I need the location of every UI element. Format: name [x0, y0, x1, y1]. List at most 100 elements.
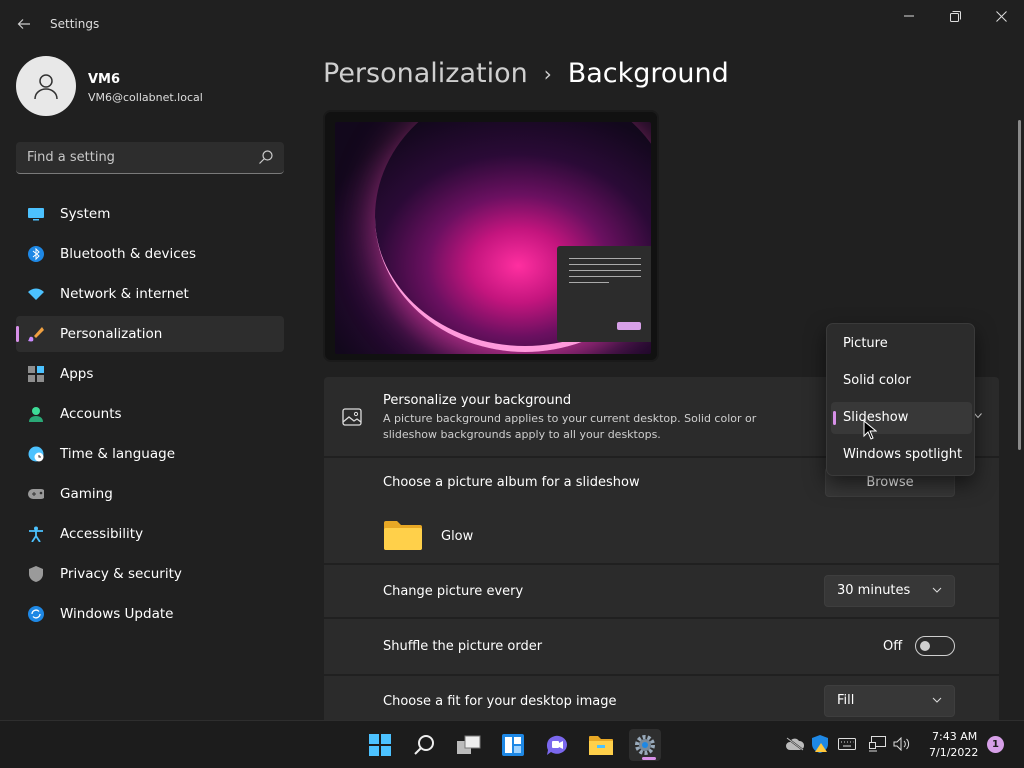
taskbar: 7:43 AM 7/1/2022: [0, 720, 1024, 768]
monitor-icon: [28, 206, 44, 222]
breadcrumb-parent[interactable]: Personalization: [323, 58, 528, 89]
wifi-icon: [28, 286, 44, 302]
sidebar-item-label: Accessibility: [60, 526, 144, 542]
back-button[interactable]: [12, 12, 36, 36]
flyout-option-label: Picture: [843, 336, 888, 351]
minimize-icon: [904, 15, 914, 17]
scrollbar[interactable]: [1018, 120, 1021, 450]
volume-icon[interactable]: [893, 735, 911, 753]
sidebar-item-label: Bluetooth & devices: [60, 246, 197, 262]
sidebar-item-bluetooth[interactable]: Bluetooth & devices: [16, 236, 284, 272]
sidebar-item-gaming[interactable]: Gaming: [16, 476, 284, 512]
image-icon: [342, 408, 362, 426]
flyout-option-solid-color[interactable]: Solid color: [831, 365, 972, 397]
sidebar-item-privacy[interactable]: Privacy & security: [16, 556, 284, 592]
flyout-option-slideshow[interactable]: Slideshow: [831, 402, 972, 434]
sidebar-item-label: Windows Update: [60, 606, 174, 622]
search-box: [16, 142, 284, 174]
shuffle-toggle[interactable]: [915, 636, 955, 656]
search-icon: [414, 735, 434, 755]
chevron-down-icon: [932, 587, 942, 593]
flyout-option-picture[interactable]: Picture: [831, 328, 972, 360]
page-title: Background: [567, 58, 729, 89]
start-button[interactable]: [364, 729, 396, 761]
sidebar-item-time-language[interactable]: Time & language: [16, 436, 284, 472]
chat-button[interactable]: [541, 729, 573, 761]
search-input[interactable]: [16, 142, 256, 173]
fit-title: Choose a fit for your desktop image: [383, 694, 617, 709]
settings-icon: [635, 735, 655, 755]
sidebar-item-label: Apps: [60, 366, 94, 382]
shuffle-title: Shuffle the picture order: [383, 639, 543, 654]
sidebar-item-apps[interactable]: Apps: [16, 356, 284, 392]
chevron-down-icon[interactable]: [974, 413, 982, 419]
album-folder-name[interactable]: Glow: [441, 529, 473, 544]
chat-icon: [546, 735, 567, 755]
breadcrumb: Personalization › Background: [323, 58, 729, 89]
desktop-preview: [323, 110, 659, 362]
wallpaper-preview-image: [335, 122, 651, 354]
sidebar-item-label: System: [60, 206, 111, 222]
widgets-button[interactable]: [497, 729, 529, 761]
security-warning-icon[interactable]: [811, 735, 829, 753]
settings-taskbar-button[interactable]: [629, 729, 661, 761]
toggle-knob: [920, 641, 930, 651]
user-name: VM6: [88, 72, 121, 87]
restore-button[interactable]: [932, 6, 978, 26]
preview-window-mockup: [557, 246, 651, 342]
app-title: Settings: [50, 17, 100, 31]
keyboard-icon[interactable]: [838, 735, 856, 753]
network-icon[interactable]: [869, 735, 887, 753]
sidebar-item-label: Privacy & security: [60, 566, 182, 582]
fit-value: Fill: [837, 693, 855, 708]
fit-dropdown[interactable]: Fill: [824, 685, 955, 717]
update-icon: [28, 606, 44, 622]
shield-icon: [28, 566, 44, 582]
widgets-icon: [502, 734, 524, 756]
sidebar-item-accounts[interactable]: Accounts: [16, 396, 284, 432]
sidebar-item-label: Gaming: [60, 486, 113, 502]
globe-clock-icon: [28, 446, 44, 462]
flyout-option-windows-spotlight[interactable]: Windows spotlight: [831, 439, 972, 471]
task-view-icon: [457, 735, 481, 754]
search-icon[interactable]: [258, 149, 274, 165]
sidebar-item-label: Time & language: [60, 446, 176, 462]
person-icon: [28, 406, 44, 422]
background-type-flyout: Picture Solid color Slideshow Windows sp…: [826, 323, 975, 476]
clock-time[interactable]: 7:43 AM: [932, 730, 977, 743]
breadcrumb-chevron-icon: ›: [543, 61, 552, 86]
flyout-option-label: Solid color: [843, 373, 911, 388]
fit-card: Choose a fit for your desktop image Fill: [324, 676, 999, 720]
brush-icon: [28, 326, 44, 342]
user-email: VM6@collabnet.local: [88, 91, 203, 104]
task-view-button[interactable]: [453, 729, 485, 761]
sidebar-item-system[interactable]: System: [16, 196, 284, 232]
close-button[interactable]: [978, 6, 1024, 26]
cloud-offline-icon[interactable]: [786, 735, 804, 753]
gamepad-icon: [28, 486, 44, 502]
sidebar-item-accessibility[interactable]: Accessibility: [16, 516, 284, 552]
mouse-cursor-icon: [863, 420, 877, 440]
sidebar-item-label: Personalization: [60, 326, 163, 342]
active-app-indicator: [642, 757, 656, 760]
person-icon: [34, 74, 58, 100]
taskbar-search-button[interactable]: [409, 729, 441, 761]
sidebar-item-network[interactable]: Network & internet: [16, 276, 284, 312]
file-explorer-button[interactable]: [585, 729, 617, 761]
interval-dropdown[interactable]: 30 minutes: [824, 575, 955, 607]
avatar[interactable]: [16, 56, 76, 116]
restore-icon: [949, 10, 961, 22]
sidebar-item-windows-update[interactable]: Windows Update: [16, 596, 284, 632]
apps-icon: [28, 366, 44, 382]
clock-date[interactable]: 7/1/2022: [929, 746, 978, 759]
personalize-title: Personalize your background: [383, 393, 572, 408]
browse-label: Browse: [866, 474, 914, 490]
minimize-button[interactable]: [886, 6, 932, 26]
notification-badge[interactable]: 1: [987, 736, 1004, 753]
file-explorer-icon: [589, 736, 613, 755]
sidebar-item-label: Network & internet: [60, 286, 189, 302]
sidebar-item-personalization[interactable]: Personalization: [16, 316, 284, 352]
back-arrow-icon: [17, 19, 30, 29]
bluetooth-icon: [28, 246, 44, 262]
sidebar-item-label: Accounts: [60, 406, 122, 422]
